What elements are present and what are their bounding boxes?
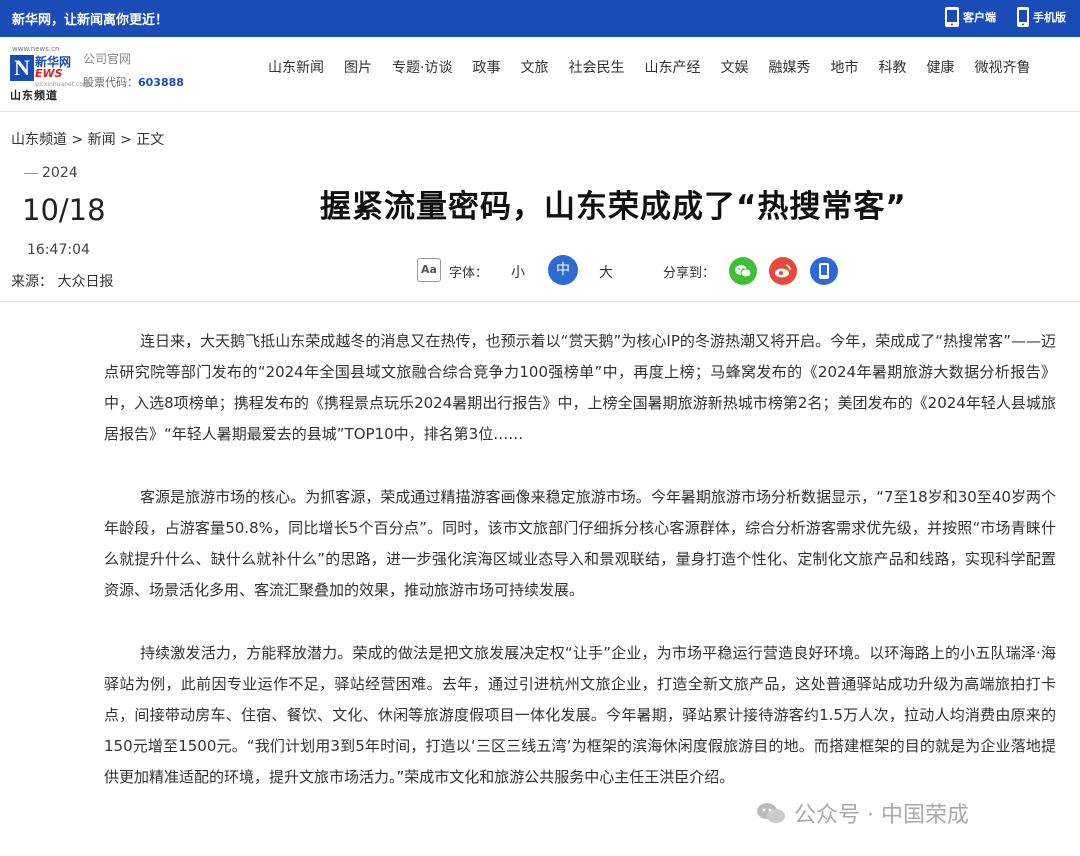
mobile-version-label: 手机版 [1033, 11, 1066, 24]
nav-item-society[interactable]: 社会民生 [558, 57, 634, 77]
wechat-logo-icon [756, 801, 786, 825]
share-label: 分享到： [663, 266, 716, 281]
company-site-link[interactable]: 公司官网 [83, 50, 131, 67]
mobile-version-link[interactable]: 手机版 [1016, 6, 1066, 28]
font-size-icon: Aa [417, 258, 441, 282]
client-app-icon [944, 6, 960, 28]
logo-badge: N [10, 55, 34, 81]
wechat-watermark: 公众号 · 中国荣成 [756, 797, 969, 829]
nav-item-cities[interactable]: 地市 [820, 57, 868, 77]
article-paragraph: 客源是旅游市场的核心。为抓客源，荣成通过精描游客画像来稳定旅游市场。今年暑期旅游… [104, 482, 1056, 606]
font-large-button[interactable]: 大 [599, 262, 613, 282]
logo-site-url: www.news.cn [12, 45, 60, 53]
article-paragraph: 持续激发活力，方能释放潜力。荣成的做法是把文旅发展决定权“让手”企业，为市场平稳… [104, 638, 1056, 793]
logo-brand-en: EWS [35, 67, 63, 80]
paragraph-text: 持续激发活力，方能释放潜力。荣成的做法是把文旅发展决定权“让手”企业，为市场平稳… [104, 644, 1056, 786]
nav-item-shandong-news[interactable]: 山东新闻 [258, 57, 334, 77]
nav-item-media-show[interactable]: 融媒秀 [758, 57, 820, 77]
nav-item-video[interactable]: 微视齐鲁 [964, 57, 1040, 77]
nav-item-politics[interactable]: 政事 [462, 57, 510, 77]
nav-item-health[interactable]: 健康 [916, 57, 964, 77]
publish-time: 16:47:04 [27, 242, 90, 258]
client-app-link[interactable]: 客户端 [944, 6, 996, 28]
font-medium-button[interactable]: 中 [548, 255, 578, 285]
mobile-icon[interactable] [810, 257, 838, 285]
publish-year-value: 2024 [42, 165, 78, 181]
publish-year: 2024 [24, 165, 78, 181]
paragraph-text: 客源是旅游市场的核心。为抓客源，荣成通过精描游客画像来稳定旅游市场。今年暑期旅游… [104, 488, 1056, 599]
stock-code: 股票代码：603888 [83, 74, 184, 90]
publish-date: 10/18 [22, 193, 106, 227]
content-divider [0, 301, 1080, 302]
breadcrumb[interactable]: 山东频道 > 新闻 > 正文 [11, 129, 164, 149]
wechat-icon[interactable] [729, 257, 757, 285]
watermark-text: 公众号 · 中国荣成 [794, 803, 969, 828]
main-nav: 山东新闻 图片 专题·访谈 政事 文旅 社会民生 山东产经 文娱 融媒秀 地市 … [258, 57, 1040, 77]
site-slogan: 新华网，让新闻离你更近！ [12, 13, 169, 28]
top-bar: 新华网，让新闻离你更近！ 客户端 手机版 [0, 0, 1080, 37]
nav-item-industry[interactable]: 山东产经 [634, 57, 710, 77]
logo-channel: 山东频道 [10, 89, 58, 102]
nav-item-culture-tourism[interactable]: 文旅 [510, 57, 558, 77]
font-label: 字体： [449, 266, 489, 281]
article-title: 握紧流量密码，山东荣成成了“热搜常客” [320, 189, 907, 225]
stock-code-value: 603888 [138, 76, 184, 89]
mobile-phone-icon [1016, 6, 1030, 28]
weibo-icon[interactable] [769, 257, 797, 285]
xinhua-logo[interactable]: www.news.cn N 新华网 EWS sd.xinhuanet.com 山… [10, 45, 89, 102]
nav-item-sci-edu[interactable]: 科教 [868, 57, 916, 77]
header-divider [0, 111, 1080, 112]
stock-code-prefix: 股票代码： [83, 76, 138, 89]
font-small-button[interactable]: 小 [511, 262, 525, 282]
article-source: 来源： 大众日报 [11, 274, 114, 290]
nav-item-entertainment[interactable]: 文娱 [710, 57, 758, 77]
article-paragraph: 连日来，大天鹅飞抵山东荣成越冬的消息又在热传，也预示着以“赏天鹅”为核心IP的冬… [104, 326, 1056, 450]
year-dash [24, 172, 38, 174]
nav-item-topics[interactable]: 专题·访谈 [382, 57, 462, 77]
client-app-label: 客户端 [963, 11, 996, 24]
paragraph-text: 连日来，大天鹅飞抵山东荣成越冬的消息又在热传，也预示着以“赏天鹅”为核心IP的冬… [104, 332, 1056, 443]
nav-item-photos[interactable]: 图片 [334, 57, 382, 77]
